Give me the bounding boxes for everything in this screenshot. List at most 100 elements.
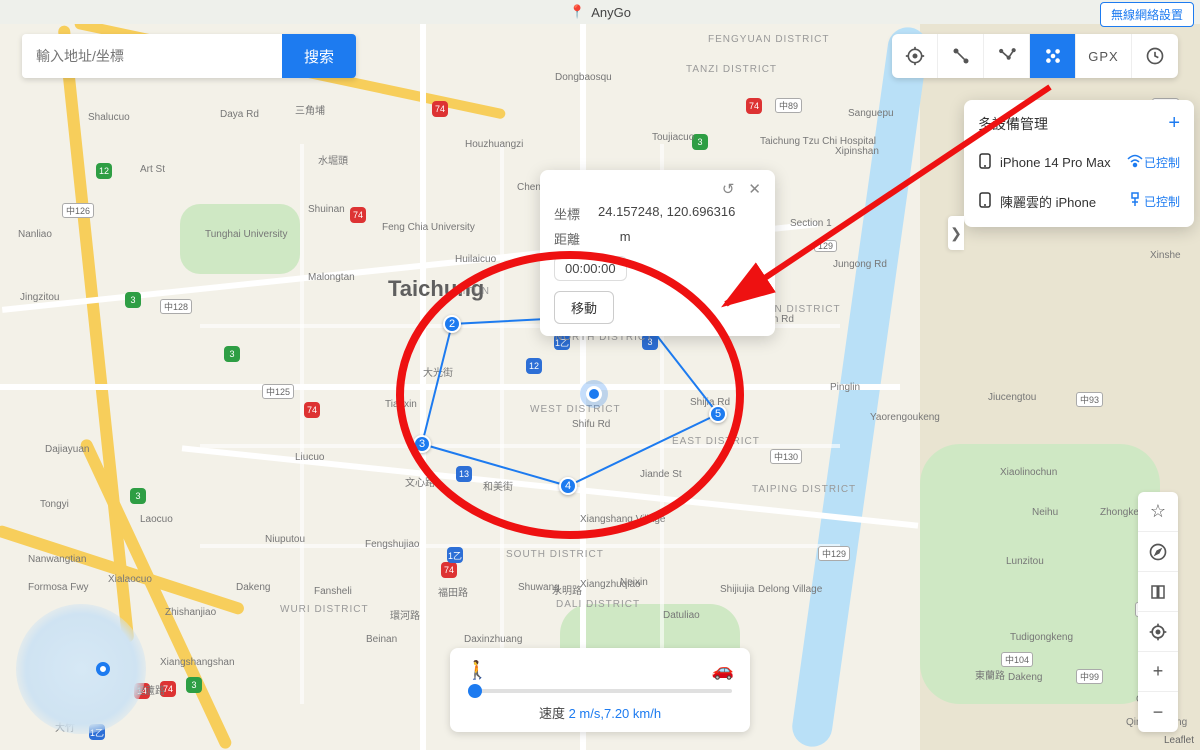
speed-slider[interactable] (468, 689, 732, 693)
map-label: Niuputou (265, 534, 305, 545)
map-label: SOUTH DISTRICT (506, 549, 604, 560)
phone-icon (978, 153, 992, 172)
app-title: AnyGo (591, 5, 631, 20)
move-button[interactable]: 移動 (554, 291, 614, 324)
map-label: 水堀頭 (318, 152, 348, 167)
map-label: TANZI DISTRICT (686, 64, 777, 75)
map-label: 永明路 (552, 582, 582, 597)
map-label: XITUN (455, 286, 490, 297)
search-button[interactable]: 搜索 (282, 34, 356, 78)
speed-label: 速度 (539, 706, 565, 721)
info-popup: ↺ ✕ 坐標 24.157248, 120.696316 距離 000 m 00… (540, 170, 775, 336)
usb-icon (1126, 192, 1144, 211)
search-bar: 搜索 (22, 34, 356, 78)
map-label: Xiaolinochun (1000, 467, 1057, 478)
layers-button[interactable] (1138, 572, 1178, 612)
device-row[interactable]: iPhone 14 Pro Max 已控制 (964, 143, 1194, 182)
device-name: iPhone 14 Pro Max (992, 155, 1126, 170)
map-label: Section 1 (790, 218, 832, 229)
wifi-icon (1126, 154, 1144, 171)
map-label: Art St (140, 164, 165, 175)
map-label: 東蘭路 (975, 667, 1005, 682)
map-label: 文心路 (405, 474, 435, 489)
map-label: WEST DISTRICT (530, 404, 621, 415)
map-label: Dakeng (236, 582, 270, 593)
map-label: Toujiacuo (652, 132, 694, 143)
map-label: Malongtan (308, 272, 355, 283)
map-label: Shifu Rd (572, 419, 610, 430)
map-label: Yaorengoukeng (870, 412, 940, 423)
two-spot-mode[interactable] (938, 34, 984, 78)
mode-toolbar: GPX (892, 34, 1178, 78)
coord-label: 坐標 (554, 204, 598, 223)
zoom-out-button[interactable]: − (1138, 692, 1178, 732)
timer-field[interactable]: 00:00:00 (554, 256, 627, 281)
speed-panel: 🚶 🚗 速度 2 m/s,7.20 km/h (450, 648, 750, 732)
waypoint-5[interactable]: 5 (709, 405, 727, 423)
map-label: Dajiayuan (45, 444, 89, 455)
map-label: Tudigongkeng (1010, 632, 1073, 643)
map-label: Xinshe (1150, 250, 1181, 261)
multi-spot-mode[interactable] (984, 34, 1030, 78)
map-label: 福田路 (438, 584, 468, 599)
map-label: Dakeng (1008, 672, 1042, 683)
favorite-button[interactable]: ☆ (1138, 492, 1178, 532)
car-icon: 🚗 (712, 660, 734, 681)
network-settings-button[interactable]: 無線網絡設置 (1100, 2, 1194, 27)
map-label: 環河路 (390, 607, 420, 622)
map-label: Daya Rd (220, 109, 259, 120)
map-label: Shuinan (308, 204, 345, 215)
zoom-in-button[interactable]: + (1138, 652, 1178, 692)
device-status: 已控制 (1144, 154, 1180, 171)
map-label: Xipinshan (835, 146, 879, 157)
dist-value: m (620, 229, 631, 248)
map-label: Tongyi (40, 499, 69, 510)
compass-button[interactable] (1138, 532, 1178, 572)
waypoint-3[interactable]: 3 (413, 435, 431, 453)
map-label: 三角埔 (295, 102, 325, 117)
panel-collapse-button[interactable]: ❯ (948, 216, 964, 250)
waypoint-4[interactable]: 4 (559, 477, 577, 495)
waypoint-2[interactable]: 2 (443, 315, 461, 333)
map-label: Jungong Rd (833, 259, 887, 270)
center-button[interactable] (1138, 612, 1178, 652)
current-location (586, 386, 602, 402)
map-label: Formosa Fwy (28, 582, 89, 593)
map-label: Houzhuangzi (465, 139, 523, 150)
map-label: Datuliao (663, 610, 700, 621)
search-input[interactable] (22, 34, 282, 78)
map-label: Liucuo (295, 452, 324, 463)
map-label: Shalucuo (88, 112, 130, 123)
map-label: Tunghai University (205, 229, 287, 240)
compass[interactable] (16, 604, 146, 734)
close-icon[interactable]: ✕ (748, 180, 761, 198)
map-label: Fengshujiao (365, 539, 419, 550)
map-label: Dongbaosqu (555, 72, 612, 83)
map-label: Neihu (1032, 507, 1058, 518)
map-label: Delong Village (758, 584, 822, 595)
pin-icon: 📍 (569, 4, 585, 20)
gpx-mode[interactable]: GPX (1076, 34, 1132, 78)
map-label: Laocuo (140, 514, 173, 525)
jump-teleport-mode[interactable] (1030, 34, 1076, 78)
dist-label: 距離 (554, 229, 598, 248)
map-label: EAST DISTRICT (672, 436, 760, 447)
map-label: DALI DISTRICT (556, 599, 640, 610)
device-name: 陳麗雲的 iPhone (992, 192, 1126, 211)
device-row[interactable]: 陳麗雲的 iPhone 已控制 (964, 182, 1194, 221)
undo-icon[interactable]: ↺ (722, 180, 735, 198)
teleport-mode[interactable] (892, 34, 938, 78)
map-label: Tianxin (385, 399, 417, 410)
map-label: Beinan (366, 634, 397, 645)
device-status: 已控制 (1144, 193, 1180, 210)
titlebar: 📍 AnyGo (0, 0, 1200, 24)
map-label: WURI DISTRICT (280, 604, 369, 615)
history-button[interactable] (1132, 34, 1178, 78)
speed-value: 2 m/s,7.20 km/h (569, 706, 661, 721)
map-label: Zhishanjiao (165, 607, 216, 618)
add-device-button[interactable]: + (1168, 112, 1180, 135)
map-label: 和美街 (483, 478, 513, 493)
map-label: TAIPING DISTRICT (752, 484, 856, 495)
map-label: Jiucengtou (988, 392, 1036, 403)
map-label: Neixin (620, 577, 648, 588)
